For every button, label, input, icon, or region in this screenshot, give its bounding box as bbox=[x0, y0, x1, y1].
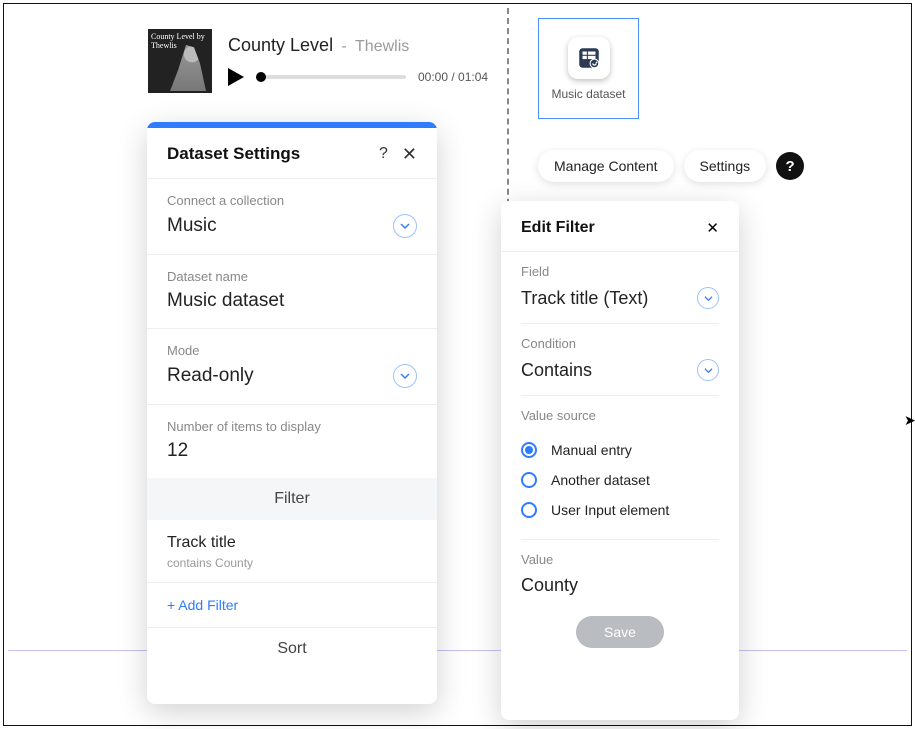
items-count-input[interactable]: 12 bbox=[167, 440, 417, 462]
filter-field-select[interactable]: Field Track title (Text) bbox=[501, 252, 739, 323]
radio-another-dataset[interactable]: Another dataset bbox=[521, 465, 719, 495]
settings-button[interactable]: Settings bbox=[684, 150, 767, 182]
track-title: County Level bbox=[228, 35, 333, 55]
radio-manual-entry[interactable]: Manual entry bbox=[521, 435, 719, 465]
radio-icon bbox=[521, 442, 537, 458]
mode-field[interactable]: Mode Read-only bbox=[147, 329, 437, 404]
save-button[interactable]: Save bbox=[576, 616, 664, 648]
chevron-down-icon[interactable] bbox=[393, 214, 417, 238]
help-button[interactable]: ? bbox=[776, 152, 804, 180]
track-separator: - bbox=[342, 38, 347, 55]
dataset-canvas-element[interactable]: Music dataset bbox=[538, 18, 639, 119]
sort-section-header: Sort bbox=[147, 628, 437, 670]
filter-item[interactable]: Track title contains County bbox=[147, 520, 437, 582]
connect-collection-label: Connect a collection bbox=[167, 193, 417, 208]
mode-label: Mode bbox=[167, 343, 417, 358]
album-art: County Level by Thewlis bbox=[148, 29, 212, 93]
dataset-canvas-label: Music dataset bbox=[551, 87, 625, 101]
chevron-down-icon[interactable] bbox=[697, 359, 719, 381]
dataset-name-label: Dataset name bbox=[167, 269, 417, 284]
filter-condition-label: Condition bbox=[521, 336, 719, 351]
edit-filter-panel: Edit Filter ✕ Field Track title (Text) C… bbox=[501, 201, 739, 720]
connect-collection-field[interactable]: Connect a collection Music bbox=[147, 179, 437, 254]
radio-user-input-element[interactable]: User Input element bbox=[521, 495, 719, 525]
mode-value: Read-only bbox=[167, 365, 254, 387]
manage-content-button[interactable]: Manage Content bbox=[538, 150, 674, 182]
track-artist: Thewlis bbox=[355, 38, 409, 55]
help-icon[interactable]: ? bbox=[379, 145, 388, 163]
filter-section-header: Filter bbox=[147, 478, 437, 520]
editor-canvas: County Level by Thewlis County Level - T… bbox=[3, 3, 912, 726]
edit-filter-title: Edit Filter bbox=[521, 219, 595, 237]
radio-label: Another dataset bbox=[551, 472, 650, 488]
value-source-label: Value source bbox=[521, 408, 719, 423]
chevron-down-icon[interactable] bbox=[393, 364, 417, 388]
horizontal-guide bbox=[8, 650, 907, 651]
add-filter-button[interactable]: + Add Filter bbox=[147, 583, 437, 627]
filter-condition-value: Contains bbox=[521, 360, 592, 381]
filter-condition-select[interactable]: Condition Contains bbox=[501, 324, 739, 395]
filter-field-label: Field bbox=[521, 264, 719, 279]
filter-field-value: Track title (Text) bbox=[521, 288, 648, 309]
radio-label: User Input element bbox=[551, 502, 669, 518]
dataset-name-field[interactable]: Dataset name Music dataset bbox=[147, 255, 437, 328]
filter-item-subtitle: contains County bbox=[167, 556, 417, 570]
play-icon[interactable] bbox=[228, 68, 244, 86]
progress-bar[interactable] bbox=[256, 75, 406, 79]
filter-item-title: Track title bbox=[167, 534, 417, 552]
element-toolbar: Manage Content Settings ? bbox=[538, 150, 804, 182]
track-meta: County Level - Thewlis 00:00 / 01:04 bbox=[228, 29, 488, 86]
audio-player[interactable]: County Level by Thewlis County Level - T… bbox=[148, 29, 488, 93]
radio-label: Manual entry bbox=[551, 442, 632, 458]
close-icon[interactable]: ✕ bbox=[706, 221, 719, 236]
radio-icon bbox=[521, 502, 537, 518]
dataset-icon bbox=[568, 37, 610, 79]
cursor-icon: ➤ bbox=[904, 412, 915, 429]
filter-value-input[interactable]: County bbox=[521, 575, 719, 596]
time-display: 00:00 / 01:04 bbox=[418, 70, 488, 84]
items-count-label: Number of items to display bbox=[167, 419, 417, 434]
filter-value-label: Value bbox=[521, 552, 719, 567]
dataset-settings-panel: Dataset Settings ? ✕ Connect a collectio… bbox=[147, 122, 437, 704]
items-count-field[interactable]: Number of items to display 12 bbox=[147, 405, 437, 478]
filter-value-field[interactable]: Value County bbox=[501, 540, 739, 610]
connect-collection-value: Music bbox=[167, 215, 217, 237]
chevron-down-icon[interactable] bbox=[697, 287, 719, 309]
value-source-radios: Manual entry Another dataset User Input … bbox=[501, 431, 739, 539]
panel-title: Dataset Settings bbox=[167, 144, 300, 164]
dataset-name-input[interactable]: Music dataset bbox=[167, 290, 417, 312]
radio-icon bbox=[521, 472, 537, 488]
close-icon[interactable]: ✕ bbox=[402, 145, 417, 163]
